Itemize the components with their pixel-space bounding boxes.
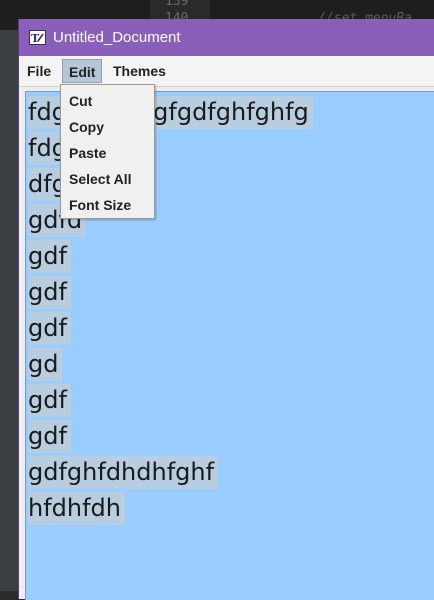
text-line[interactable]: gdfghfdhdhfghf xyxy=(28,456,219,489)
menu-themes[interactable]: Themes xyxy=(107,59,172,83)
menu-edit[interactable]: Edit xyxy=(62,59,103,83)
text-line[interactable]: gdf xyxy=(28,420,71,453)
menu-file[interactable]: File xyxy=(21,59,57,83)
text-line[interactable]: gdf xyxy=(28,240,71,273)
text-line[interactable]: gdf xyxy=(28,384,71,417)
background-panel-strip xyxy=(0,30,19,591)
text-line[interactable]: gdf xyxy=(28,276,71,309)
text-line[interactable]: hfdhfdh xyxy=(28,492,125,525)
menu-item-select-all[interactable]: Select All xyxy=(69,167,132,191)
background-line-number: 139 xyxy=(165,0,189,9)
text-line[interactable]: gd xyxy=(28,348,63,381)
window-titlebar[interactable]: T Untitled_Document xyxy=(19,19,434,56)
menu-item-font-size[interactable]: Font Size xyxy=(69,193,131,217)
menu-bar: File Edit Themes xyxy=(19,56,434,87)
menu-item-copy[interactable]: Copy xyxy=(69,115,104,139)
window-title: Untitled_Document xyxy=(53,29,181,46)
text-editor-app-icon: T xyxy=(29,30,46,45)
svg-text:T: T xyxy=(31,32,40,44)
edit-menu-dropdown: Cut Copy Paste Select All Font Size xyxy=(60,84,155,219)
menu-item-cut[interactable]: Cut xyxy=(69,89,92,113)
text-line[interactable]: gdf xyxy=(28,312,71,345)
menu-item-paste[interactable]: Paste xyxy=(69,141,106,165)
